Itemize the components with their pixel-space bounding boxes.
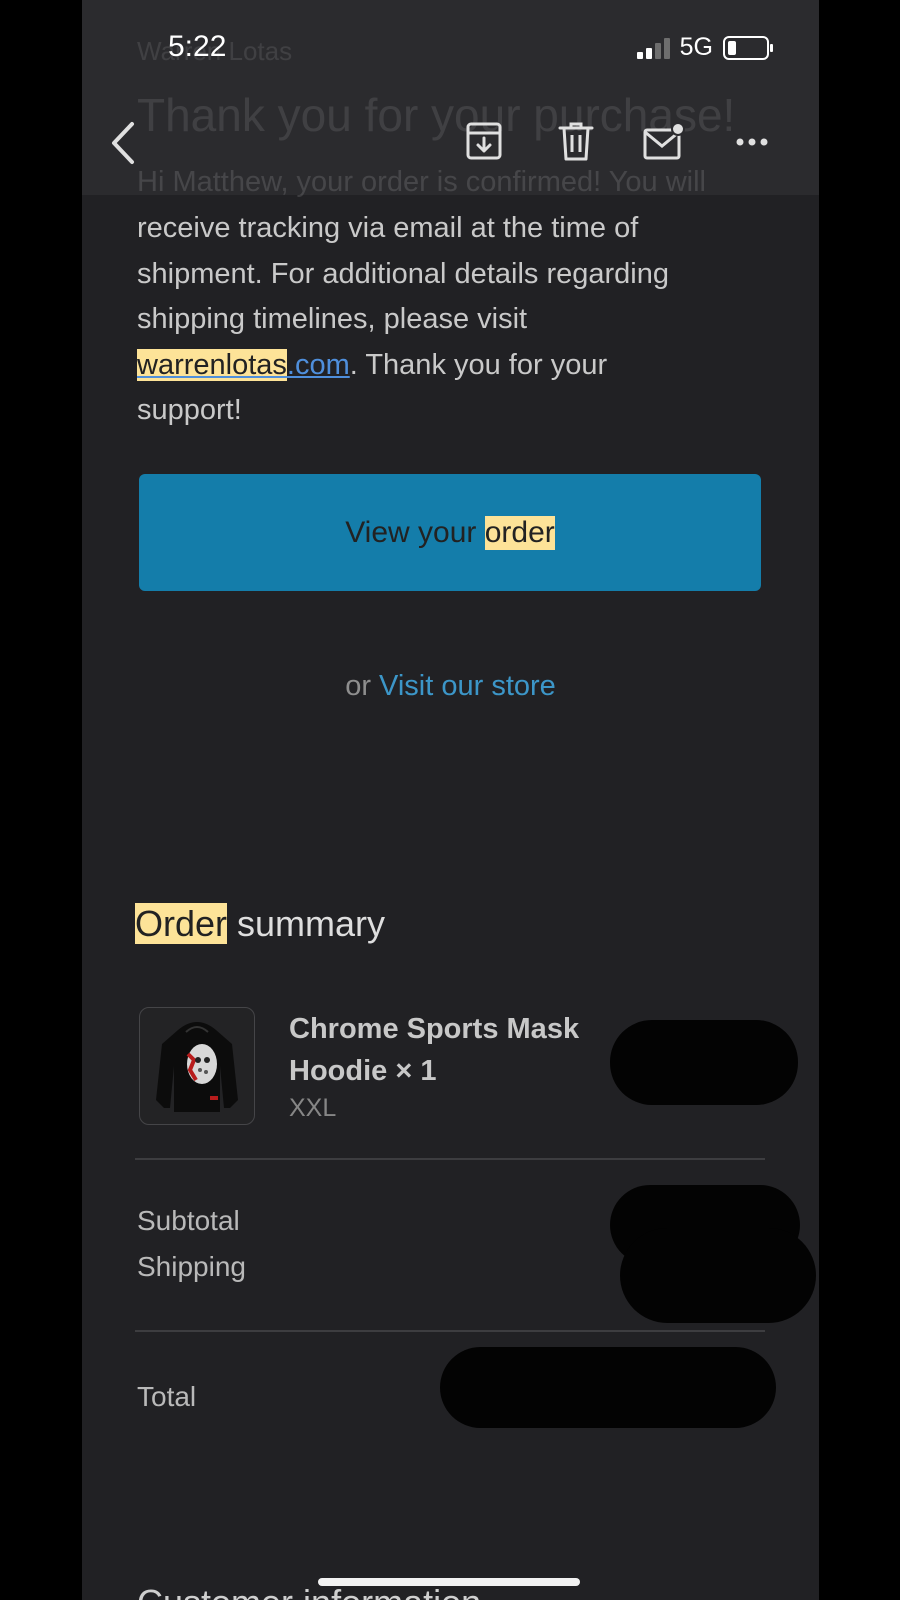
visit-store-row: or Visit our store bbox=[82, 670, 819, 703]
message-line: receive tracking via email at the time o… bbox=[137, 212, 639, 244]
signal-icon bbox=[636, 37, 670, 59]
website-link[interactable]: warrenlotas.com bbox=[137, 348, 350, 381]
redaction-mark bbox=[610, 1020, 798, 1105]
search-highlight: order bbox=[484, 515, 555, 550]
product-name-line: Chrome Sports Mask bbox=[289, 1013, 580, 1045]
more-icon[interactable] bbox=[734, 120, 770, 164]
total-label: Total bbox=[137, 1381, 197, 1412]
message-line: support! bbox=[137, 394, 242, 426]
subtotal-label: Subtotal bbox=[137, 1205, 240, 1236]
or-text: or bbox=[345, 670, 371, 702]
mark-unread-icon[interactable] bbox=[642, 120, 685, 164]
view-order-button[interactable]: View your order bbox=[139, 474, 761, 591]
view-order-prefix: View your bbox=[345, 515, 485, 549]
email-screen: Warren Lotas Thank you for your purchase… bbox=[82, 0, 819, 1600]
redaction-mark bbox=[620, 1228, 816, 1323]
order-summary-heading: Order summary bbox=[135, 903, 385, 945]
back-chevron-icon[interactable] bbox=[104, 118, 144, 168]
hoodie-image bbox=[156, 1022, 238, 1112]
message-body: receive tracking via email at the time o… bbox=[137, 206, 737, 434]
message-line-with-link: warrenlotas.com. Thank you for your bbox=[137, 343, 737, 389]
message-line: shipping timelines, please visit bbox=[137, 303, 528, 335]
status-indicators: 5G bbox=[636, 33, 773, 62]
search-highlight: warrenlotas bbox=[137, 348, 287, 381]
divider bbox=[135, 1330, 765, 1332]
product-name-line: Hoodie × 1 bbox=[289, 1055, 437, 1087]
message-line-rest: . Thank you for your bbox=[349, 348, 608, 381]
ghost-first-line: Hi Matthew, your order is confirmed! You… bbox=[137, 166, 706, 198]
archive-icon[interactable] bbox=[464, 120, 504, 164]
status-time: 5:22 bbox=[168, 30, 227, 63]
visit-store-link[interactable]: Visit our store bbox=[379, 670, 556, 702]
product-variant: XXL bbox=[289, 1094, 337, 1122]
shipping-label: Shipping bbox=[137, 1251, 246, 1282]
divider bbox=[135, 1158, 765, 1160]
home-indicator[interactable] bbox=[318, 1578, 580, 1586]
product-thumbnail bbox=[139, 1007, 255, 1125]
product-name: Chrome Sports Mask Hoodie × 1 bbox=[289, 1008, 609, 1092]
battery-icon bbox=[723, 35, 773, 60]
network-label: 5G bbox=[679, 33, 713, 61]
order-summary-heading-rest: summary bbox=[227, 903, 386, 944]
website-link-domain: .com bbox=[286, 348, 350, 381]
search-highlight: Order bbox=[135, 903, 228, 944]
trash-icon[interactable] bbox=[556, 120, 596, 164]
redaction-mark bbox=[440, 1347, 776, 1428]
message-line: shipment. For additional details regardi… bbox=[137, 257, 669, 290]
